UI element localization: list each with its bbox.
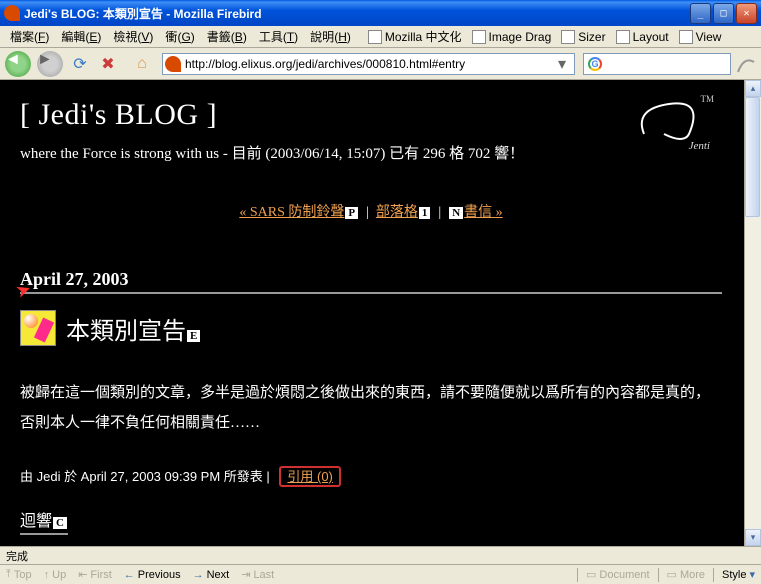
menu-tools[interactable]: 工具(T) [253, 26, 304, 47]
vertical-scrollbar[interactable]: ▴ ▾ [744, 80, 761, 546]
menu-edit[interactable]: 編輯(E) [55, 26, 107, 47]
back-button[interactable]: ◄ [4, 50, 32, 78]
content-area: TM Jenti [ Jedi's BLOG ] where the Force… [0, 80, 761, 546]
tb-up[interactable]: ↑Up [38, 565, 73, 584]
scroll-down-button[interactable]: ▾ [745, 529, 761, 546]
category-icon [20, 310, 56, 346]
bookmark-icon [616, 30, 630, 44]
post-nav: « SARS 防制鈴聲P | 部落格1 | N書信 » [20, 201, 722, 221]
post-title-key: E [187, 330, 200, 342]
bookmark-mozilla[interactable]: Mozilla 中文化 [363, 26, 467, 47]
top-icon: ⤒ [6, 568, 11, 581]
home-button[interactable]: ⌂ [130, 52, 154, 76]
more-icon: ▭ [667, 568, 677, 581]
page-content: TM Jenti [ Jedi's BLOG ] where the Force… [0, 80, 742, 546]
tb-style[interactable]: Style▾ [716, 565, 761, 584]
first-icon: ⇤ [78, 568, 87, 581]
bookmark-sizer[interactable]: Sizer [556, 28, 610, 46]
bookmark-view[interactable]: View [674, 28, 727, 46]
menu-view[interactable]: 檢視(V) [107, 26, 159, 47]
index-link[interactable]: 部落格 [376, 205, 418, 220]
post-date: April 27, 2003 [20, 269, 722, 294]
menu-bookmarks[interactable]: 書籤(B) [201, 26, 253, 47]
next-post-link[interactable]: 書信 » [464, 205, 503, 220]
logo-name: Jenti [689, 140, 710, 152]
post-title: 本類別宣告E [66, 311, 201, 346]
prev-key: P [345, 207, 358, 219]
document-icon: ▭ [586, 568, 596, 581]
index-key: 1 [419, 207, 431, 219]
scroll-thumb[interactable] [745, 97, 760, 217]
logo-tm: TM [701, 94, 715, 104]
next-key: N [449, 207, 463, 219]
maximize-button[interactable]: □ [713, 3, 734, 24]
bookmark-icon [368, 30, 382, 44]
statusbar: 完成 [0, 546, 761, 564]
tb-previous[interactable]: ←Previous [118, 565, 187, 584]
comments-key: C [53, 517, 67, 529]
forward-button[interactable]: ► [36, 50, 64, 78]
menu-go[interactable]: 衝(G) [159, 26, 200, 47]
close-button[interactable]: ✕ [736, 3, 757, 24]
tb-more[interactable]: ▭More [661, 565, 711, 584]
style-dropdown-icon: ▾ [749, 568, 755, 581]
trackback-link[interactable]: 引用 (0) [279, 466, 341, 487]
tb-first[interactable]: ⇤First [72, 565, 118, 584]
up-icon: ↑ [44, 569, 50, 581]
forward-icon: ► [37, 51, 63, 77]
bookmark-icon [472, 30, 486, 44]
next-icon: → [193, 569, 204, 581]
back-icon: ◄ [5, 51, 31, 77]
tb-last[interactable]: ⇥Last [235, 565, 280, 584]
window-titlebar: Jedi's BLOG: 本類別宣告 - Mozilla Firebird _ … [0, 0, 761, 26]
blog-subtitle: where the Force is strong with us - 目前 (… [20, 142, 722, 163]
url-bar[interactable]: http://blog.elixus.org/jedi/archives/000… [162, 53, 575, 75]
menu-file[interactable]: 檔案(F) [4, 26, 55, 47]
menubar: 檔案(F) 編輯(E) 檢視(V) 衝(G) 書籤(B) 工具(T) 說明(H)… [0, 26, 761, 48]
search-box[interactable]: G [583, 53, 731, 75]
status-text: 完成 [6, 548, 206, 564]
app-icon [4, 5, 20, 21]
post-title-row: 本類別宣告E [20, 310, 722, 346]
stop-button[interactable]: ✖ [96, 52, 120, 76]
post-meta: 由 Jedi 於 April 27, 2003 09:39 PM 所發表 | 引… [20, 466, 722, 485]
post-body: 被歸在這一個類別的文章，多半是過於煩悶之後做出來的東西，請不要隨便就以爲所有的內… [20, 378, 722, 438]
tb-top[interactable]: ⤒Top [0, 565, 38, 584]
prev-post-link[interactable]: « SARS 防制鈴聲 [239, 205, 344, 220]
site-icon [165, 56, 181, 72]
minimize-button[interactable]: _ [690, 3, 711, 24]
google-icon: G [588, 57, 602, 71]
blog-title: [ Jedi's BLOG ] [20, 98, 722, 132]
scroll-up-button[interactable]: ▴ [745, 80, 761, 97]
menu-help[interactable]: 說明(H) [304, 26, 357, 47]
reload-button[interactable]: ⟳ [68, 52, 92, 76]
bookmark-icon [561, 30, 575, 44]
window-title: Jedi's BLOG: 本類別宣告 - Mozilla Firebird [24, 5, 690, 22]
bookmark-icon [679, 30, 693, 44]
url-text[interactable]: http://blog.elixus.org/jedi/archives/000… [185, 57, 554, 71]
bookmark-layout[interactable]: Layout [611, 28, 674, 46]
site-logo: TM Jenti [634, 94, 706, 152]
throbber-icon [736, 54, 756, 74]
bottom-toolbar: ⤒Top ↑Up ⇤First ←Previous →Next ⇥Last ▭D… [0, 564, 761, 584]
comments-heading: 迴響C [20, 507, 68, 535]
bookmark-imagedrag[interactable]: Image Drag [467, 28, 557, 46]
nav-toolbar: ◄ ► ⟳ ✖ ⌂ http://blog.elixus.org/jedi/ar… [0, 48, 761, 80]
tb-document[interactable]: ▭Document [580, 565, 656, 584]
url-dropdown-icon[interactable]: ▾ [558, 54, 572, 74]
last-icon: ⇥ [241, 568, 250, 581]
previous-icon: ← [124, 569, 135, 581]
tb-next[interactable]: →Next [187, 565, 236, 584]
